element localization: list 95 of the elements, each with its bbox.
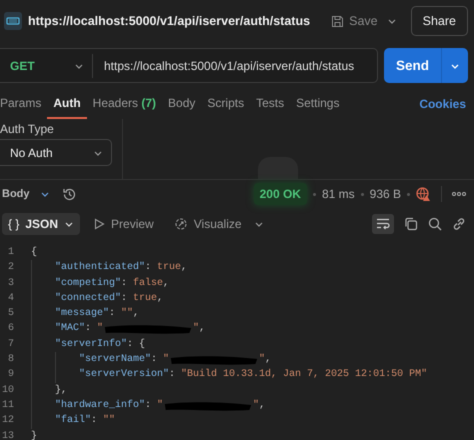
code-token: false [133, 276, 164, 291]
chart-circle-icon [174, 217, 188, 231]
separator-dot [312, 192, 316, 196]
line-number: 10 [0, 384, 15, 398]
line-number: 11 [0, 398, 15, 413]
code-token: " [157, 398, 164, 413]
save-icon [331, 14, 344, 28]
globe-warning-icon[interactable] [416, 186, 431, 202]
code-token: " [193, 322, 200, 336]
line-number: 2 [6, 261, 15, 276]
separator-dot [360, 192, 364, 196]
play-icon [94, 218, 106, 230]
code-token: "serverVersion" [79, 368, 170, 382]
code-token: , [163, 276, 170, 291]
code-token: "serverName" [79, 352, 152, 368]
tab[interactable]: Body [162, 89, 202, 119]
line-number: 8 [6, 353, 15, 368]
search-icon[interactable] [428, 217, 442, 231]
line-number: 5 [6, 307, 15, 322]
tab[interactable]: Params [0, 89, 48, 119]
cookies-link[interactable]: Cookies [419, 97, 466, 111]
line-number: 3 [6, 276, 15, 291]
code-token: , [259, 398, 266, 413]
tab[interactable]: Tests [250, 89, 290, 119]
http-icon [4, 12, 22, 30]
resize-handle[interactable] [258, 157, 298, 179]
more-icon[interactable] [452, 191, 466, 197]
code-token: " [97, 322, 104, 336]
tab[interactable]: Settings [290, 89, 346, 119]
code-token: true [157, 261, 182, 276]
format-dropdown[interactable]: { } JSON [2, 213, 80, 235]
auth-type-label: Auth Type [0, 122, 55, 136]
link-icon[interactable] [452, 217, 466, 231]
view-tab[interactable]: Visualize [168, 213, 248, 235]
method-dropdown[interactable]: GET [0, 58, 92, 72]
tab[interactable]: Scripts [201, 89, 250, 119]
code-token: : { [127, 338, 146, 352]
code-token: : [169, 368, 176, 382]
separator-dot [407, 192, 410, 196]
code-token: " [259, 352, 266, 368]
line-number: 6 [6, 322, 15, 336]
code-token: : [121, 292, 128, 306]
code-token: , [157, 292, 164, 306]
code-token: "Build 10.33.1d, Jan 7, 2025 12:01:50 PM" [181, 368, 428, 382]
line-number: 4 [6, 292, 15, 306]
code-token: : [151, 353, 158, 368]
code-token: : [145, 398, 152, 413]
wrap-lines-button[interactable] [372, 214, 394, 234]
code-token: , [133, 307, 140, 322]
code-token: }, [55, 384, 68, 398]
status-badge: 200 OK [254, 183, 307, 205]
code-token: : [91, 414, 98, 428]
code-token: "authenticated" [55, 260, 146, 276]
code-token: "message" [55, 306, 110, 322]
response-time: 81 ms [322, 187, 355, 201]
code-token: "fail" [55, 414, 92, 428]
request-title: https://localhost:5000/v1/api/iserver/auth/status [28, 14, 312, 28]
code-token: "connected" [55, 292, 122, 306]
code-token: "competing" [55, 276, 122, 291]
save-button[interactable]: Save [328, 11, 381, 31]
history-icon[interactable] [62, 186, 76, 202]
code-token: } [31, 430, 38, 440]
line-number: 12 [0, 414, 15, 428]
url-field[interactable]: https://localhost:5000/v1/api/iserver/auth/status [93, 58, 354, 72]
code-token: true [133, 292, 158, 306]
view-tab[interactable]: Preview [88, 213, 160, 235]
code-token: "serverInfo" [55, 338, 128, 352]
body-dropdown[interactable]: Body [0, 188, 50, 200]
copy-icon[interactable] [404, 217, 418, 231]
line-number: 13 [0, 430, 15, 440]
code-token: : [121, 276, 128, 291]
code-token: "" [121, 306, 134, 322]
code-token: " [253, 398, 260, 413]
send-button[interactable]: Send [384, 48, 441, 83]
braces-icon: { } [8, 217, 20, 231]
line-number: 1 [6, 246, 15, 260]
code-token: , [199, 322, 206, 336]
code-token: { [31, 246, 38, 260]
tab[interactable]: Headers (7) [86, 89, 162, 119]
code-token: "" [103, 414, 116, 428]
code-token: " [163, 352, 170, 368]
code-token: : [145, 261, 152, 276]
wrap-icon [376, 218, 390, 230]
code-token: : [109, 307, 116, 322]
code-token: , [181, 261, 188, 276]
line-number: 7 [6, 338, 15, 352]
line-number: 9 [6, 368, 15, 382]
code-token: : [85, 322, 92, 336]
code-token: "MAC" [55, 322, 86, 336]
tab[interactable]: Auth [47, 89, 87, 119]
auth-type-dropdown[interactable]: No Auth [0, 139, 112, 166]
response-size: 936 B [370, 187, 401, 201]
share-button[interactable]: Share [410, 6, 468, 36]
code-token: "hardware_info" [55, 398, 146, 413]
code-token: , [265, 353, 272, 368]
